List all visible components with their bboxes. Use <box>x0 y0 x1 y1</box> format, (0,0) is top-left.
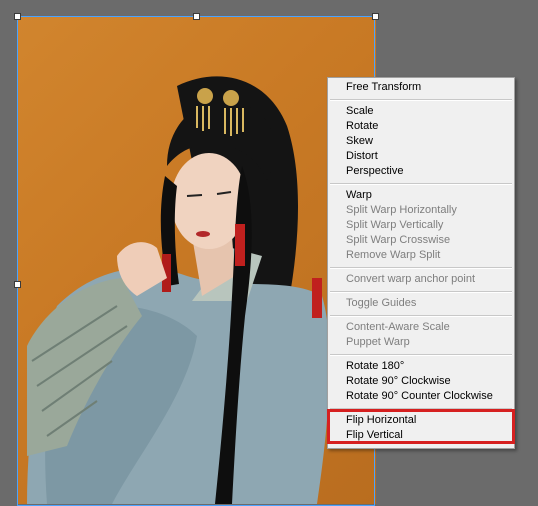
menu-separator <box>330 315 512 317</box>
menu-item-convert-warp-anchor-point: Convert warp anchor point <box>346 273 476 285</box>
menu-separator <box>330 291 512 293</box>
menu-item-perspective[interactable]: Perspective <box>346 164 403 179</box>
photo-illustration <box>27 76 330 504</box>
transform-context-menu: Free Transform Scale Rotate Skew Distort… <box>327 77 515 449</box>
transform-handle-middle-left[interactable] <box>14 281 21 288</box>
menu-item-flip-horizontal[interactable]: Flip Horizontal <box>346 413 416 428</box>
menu-item-rotate-180[interactable]: Rotate 180° <box>346 359 404 374</box>
menu-separator <box>330 99 512 101</box>
menu-item-skew[interactable]: Skew <box>346 134 373 149</box>
menu-item-rotate-90-clockwise[interactable]: Rotate 90° Clockwise <box>346 374 451 389</box>
menu-separator <box>330 354 512 356</box>
menu-separator <box>330 183 512 185</box>
transform-handle-top-right[interactable] <box>372 13 379 20</box>
menu-item-scale[interactable]: Scale <box>346 104 374 119</box>
menu-separator <box>330 267 512 269</box>
menu-item-rotate-90-counter-clockwise[interactable]: Rotate 90° Counter Clockwise <box>346 389 493 404</box>
menu-item-distort[interactable]: Distort <box>346 149 378 164</box>
transform-handle-top-center[interactable] <box>193 13 200 20</box>
transform-handle-top-left[interactable] <box>14 13 21 20</box>
menu-item-split-warp-horizontally: Split Warp Horizontally <box>346 204 457 216</box>
menu-item-flip-vertical[interactable]: Flip Vertical <box>346 428 403 443</box>
menu-separator <box>330 408 512 410</box>
menu-item-free-transform[interactable]: Free Transform <box>346 80 421 95</box>
menu-item-warp[interactable]: Warp <box>346 188 372 203</box>
menu-item-toggle-guides: Toggle Guides <box>346 297 417 309</box>
menu-item-content-aware-scale: Content-Aware Scale <box>346 321 450 333</box>
menu-item-split-warp-vertically: Split Warp Vertically <box>346 219 444 231</box>
canvas-photo[interactable] <box>17 16 376 504</box>
menu-item-split-warp-crosswise: Split Warp Crosswise <box>346 234 451 246</box>
menu-item-rotate[interactable]: Rotate <box>346 119 378 134</box>
menu-item-puppet-warp: Puppet Warp <box>346 336 410 348</box>
menu-item-remove-warp-split: Remove Warp Split <box>346 249 441 261</box>
